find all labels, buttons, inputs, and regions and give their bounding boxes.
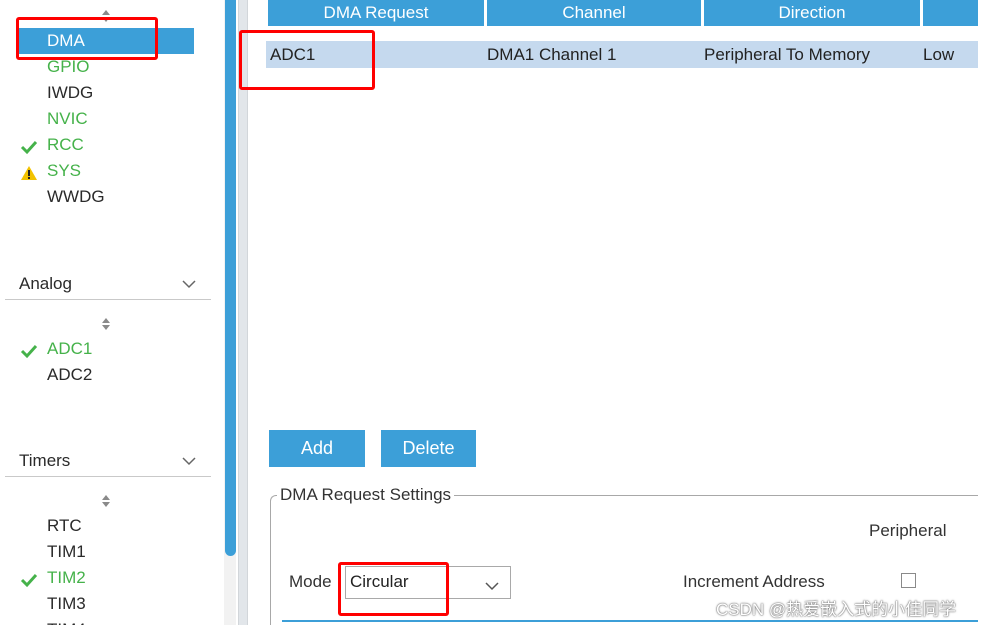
category-item-label: SYS bbox=[47, 161, 82, 180]
chevron-down-icon bbox=[181, 452, 197, 466]
sidebar-scrollbar-thumb[interactable] bbox=[225, 0, 236, 556]
category-item-wwdg[interactable]: WWDG bbox=[16, 184, 194, 210]
sort-arrows-icon[interactable] bbox=[101, 494, 111, 508]
category-item-label: RCC bbox=[47, 135, 84, 154]
category-item-iwdg[interactable]: IWDG bbox=[16, 80, 194, 106]
peripheral-increment-checkbox[interactable] bbox=[901, 573, 916, 588]
category-item-rtc[interactable]: RTC bbox=[16, 513, 194, 539]
category-item-label: TIM1 bbox=[47, 542, 86, 561]
check-icon bbox=[20, 341, 38, 359]
category-item-label: ADC2 bbox=[47, 365, 93, 384]
category-item-label: TIM3 bbox=[47, 594, 86, 613]
timers-section-header[interactable]: Timers bbox=[5, 445, 211, 477]
settings-group-title: DMA Request Settings bbox=[277, 485, 455, 505]
category-item-nvic[interactable]: NVIC bbox=[16, 106, 194, 132]
highlight-box-adc1-row bbox=[239, 30, 375, 90]
category-item-label: ADC1 bbox=[47, 339, 93, 358]
category-item-label: NVIC bbox=[47, 109, 88, 128]
settings-divider bbox=[282, 620, 978, 622]
category-item-sys[interactable]: SYS bbox=[16, 158, 194, 184]
add-button[interactable]: Add bbox=[269, 430, 365, 467]
category-item-adc1[interactable]: ADC1 bbox=[16, 336, 194, 362]
category-item-tim2[interactable]: TIM2 bbox=[16, 565, 194, 591]
sort-arrows-icon[interactable] bbox=[101, 317, 111, 331]
analog-section-header[interactable]: Analog bbox=[5, 268, 211, 300]
panel-splitter[interactable] bbox=[238, 0, 248, 625]
section-title: Timers bbox=[19, 451, 71, 470]
delete-button[interactable]: Delete bbox=[381, 430, 476, 467]
column-header-priority[interactable] bbox=[923, 0, 978, 26]
category-item-tim3[interactable]: TIM3 bbox=[16, 591, 194, 617]
category-item-label: IWDG bbox=[47, 83, 94, 102]
column-header-direction[interactable]: Direction bbox=[704, 0, 920, 26]
category-item-label: TIM2 bbox=[47, 568, 86, 587]
category-item-label: RTC bbox=[47, 516, 82, 535]
peripheral-column-label: Peripheral bbox=[869, 521, 947, 540]
watermark: CSDN @热爱嵌入式的小佳同学 bbox=[716, 600, 957, 619]
increment-address-label: Increment Address bbox=[683, 572, 825, 591]
highlight-box-mode bbox=[338, 562, 449, 616]
category-item-tim4[interactable]: TIM4 bbox=[16, 617, 194, 625]
section-title: Analog bbox=[19, 274, 72, 293]
warning-icon bbox=[20, 163, 38, 180]
cell-channel: DMA1 Channel 1 bbox=[487, 45, 617, 64]
chevron-down-icon bbox=[181, 275, 197, 289]
check-icon bbox=[20, 570, 38, 588]
category-item-label: WWDG bbox=[47, 187, 105, 206]
chevron-down-icon bbox=[484, 578, 500, 591]
mode-label: Mode bbox=[289, 572, 332, 591]
cell-direction: Peripheral To Memory bbox=[704, 45, 870, 64]
highlight-box-dma bbox=[16, 17, 158, 60]
column-header-dma-request[interactable]: DMA Request bbox=[268, 0, 484, 26]
category-item-label: TIM4 bbox=[47, 617, 86, 625]
category-item-rcc[interactable]: RCC bbox=[16, 132, 194, 158]
category-item-tim1[interactable]: TIM1 bbox=[16, 539, 194, 565]
category-item-adc2[interactable]: ADC2 bbox=[16, 362, 194, 388]
category-sidebar: DMA GPIO IWDG NVIC RCC SYS WWDG Analog A… bbox=[0, 0, 224, 625]
column-header-channel[interactable]: Channel bbox=[487, 0, 701, 26]
check-icon bbox=[20, 137, 38, 155]
cell-priority: Low bbox=[923, 45, 955, 64]
